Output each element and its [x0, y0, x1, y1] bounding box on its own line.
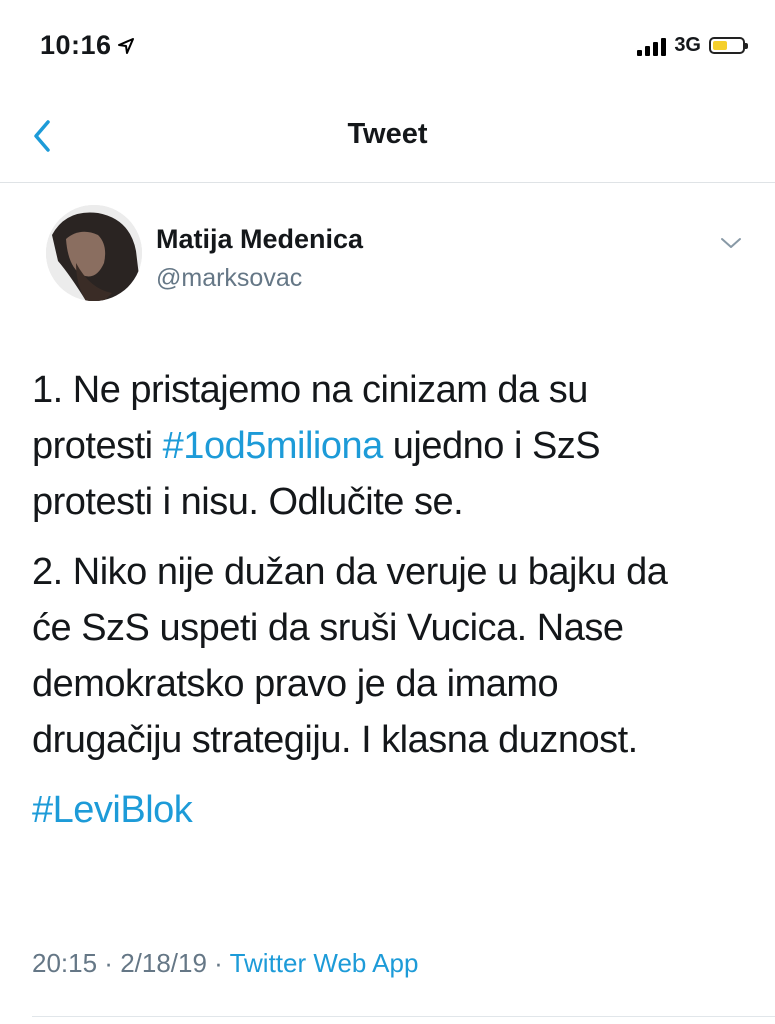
meta-separator: ·	[206, 948, 230, 978]
meta-separator: ·	[97, 948, 121, 978]
network-type: 3G	[674, 34, 701, 56]
tweet-source-link[interactable]: Twitter Web App	[230, 948, 419, 978]
tweet-meta: 20:15 · 2/18/19 · Twitter Web App	[32, 948, 418, 979]
tweet-line: protesti i nisu. Odlučite se.	[32, 481, 464, 523]
hashtag-link-levibl[interactable]: #LeviBlok	[32, 782, 752, 838]
tweet-line: drugačiju strategiju. I klasna duznost.	[32, 719, 638, 761]
avatar[interactable]	[46, 205, 142, 301]
signal-icon	[637, 36, 667, 56]
tweet-line: protesti #1od5miliona ujedno i SzS	[32, 418, 752, 474]
status-time-text: 10:16	[40, 30, 112, 60]
divider	[32, 1016, 775, 1017]
tweet-time: 20:15	[32, 948, 98, 978]
location-arrow-icon	[117, 37, 134, 54]
battery-level	[713, 41, 727, 50]
tweet-paragraph-1: 1. Ne pristajemo na cinizam da su protes…	[32, 362, 752, 530]
tweet-text-segment: protesti	[32, 425, 163, 467]
profile-photo	[46, 205, 142, 301]
tweet-paragraph-3: #LeviBlok	[32, 782, 752, 838]
tweet-options-button[interactable]	[716, 232, 746, 254]
status-bar: 10:16 3G	[0, 0, 775, 90]
page-title: Tweet	[347, 118, 428, 150]
tweet-paragraph-2: 2. Niko nije dužan da veruje u bajku da …	[32, 544, 752, 768]
battery-icon	[709, 37, 748, 54]
tweet-text: 1. Ne pristajemo na cinizam da su protes…	[32, 362, 752, 852]
status-time: 10:16	[40, 30, 134, 61]
status-indicators: 3G	[637, 34, 748, 57]
hashtag-link-1od5miliona[interactable]: #1od5miliona	[163, 425, 384, 467]
chevron-down-icon	[721, 238, 741, 248]
tweet-line: demokratsko pravo je da imamo	[32, 663, 559, 705]
tweet-text-segment: ujedno i SzS	[382, 425, 601, 467]
tweet-line: 2. Niko nije dužan da veruje u bajku da	[32, 551, 668, 593]
nav-bar: Tweet	[0, 90, 775, 183]
author-handle[interactable]: @marksovac	[156, 264, 302, 293]
tweet-line: 1. Ne pristajemo na cinizam da su	[32, 369, 588, 411]
author-display-name[interactable]: Matija Medenica	[156, 224, 363, 255]
tweet-line: će SzS uspeti da sruši Vucica. Nase	[32, 607, 624, 649]
tweet-date: 2/18/19	[120, 948, 207, 978]
